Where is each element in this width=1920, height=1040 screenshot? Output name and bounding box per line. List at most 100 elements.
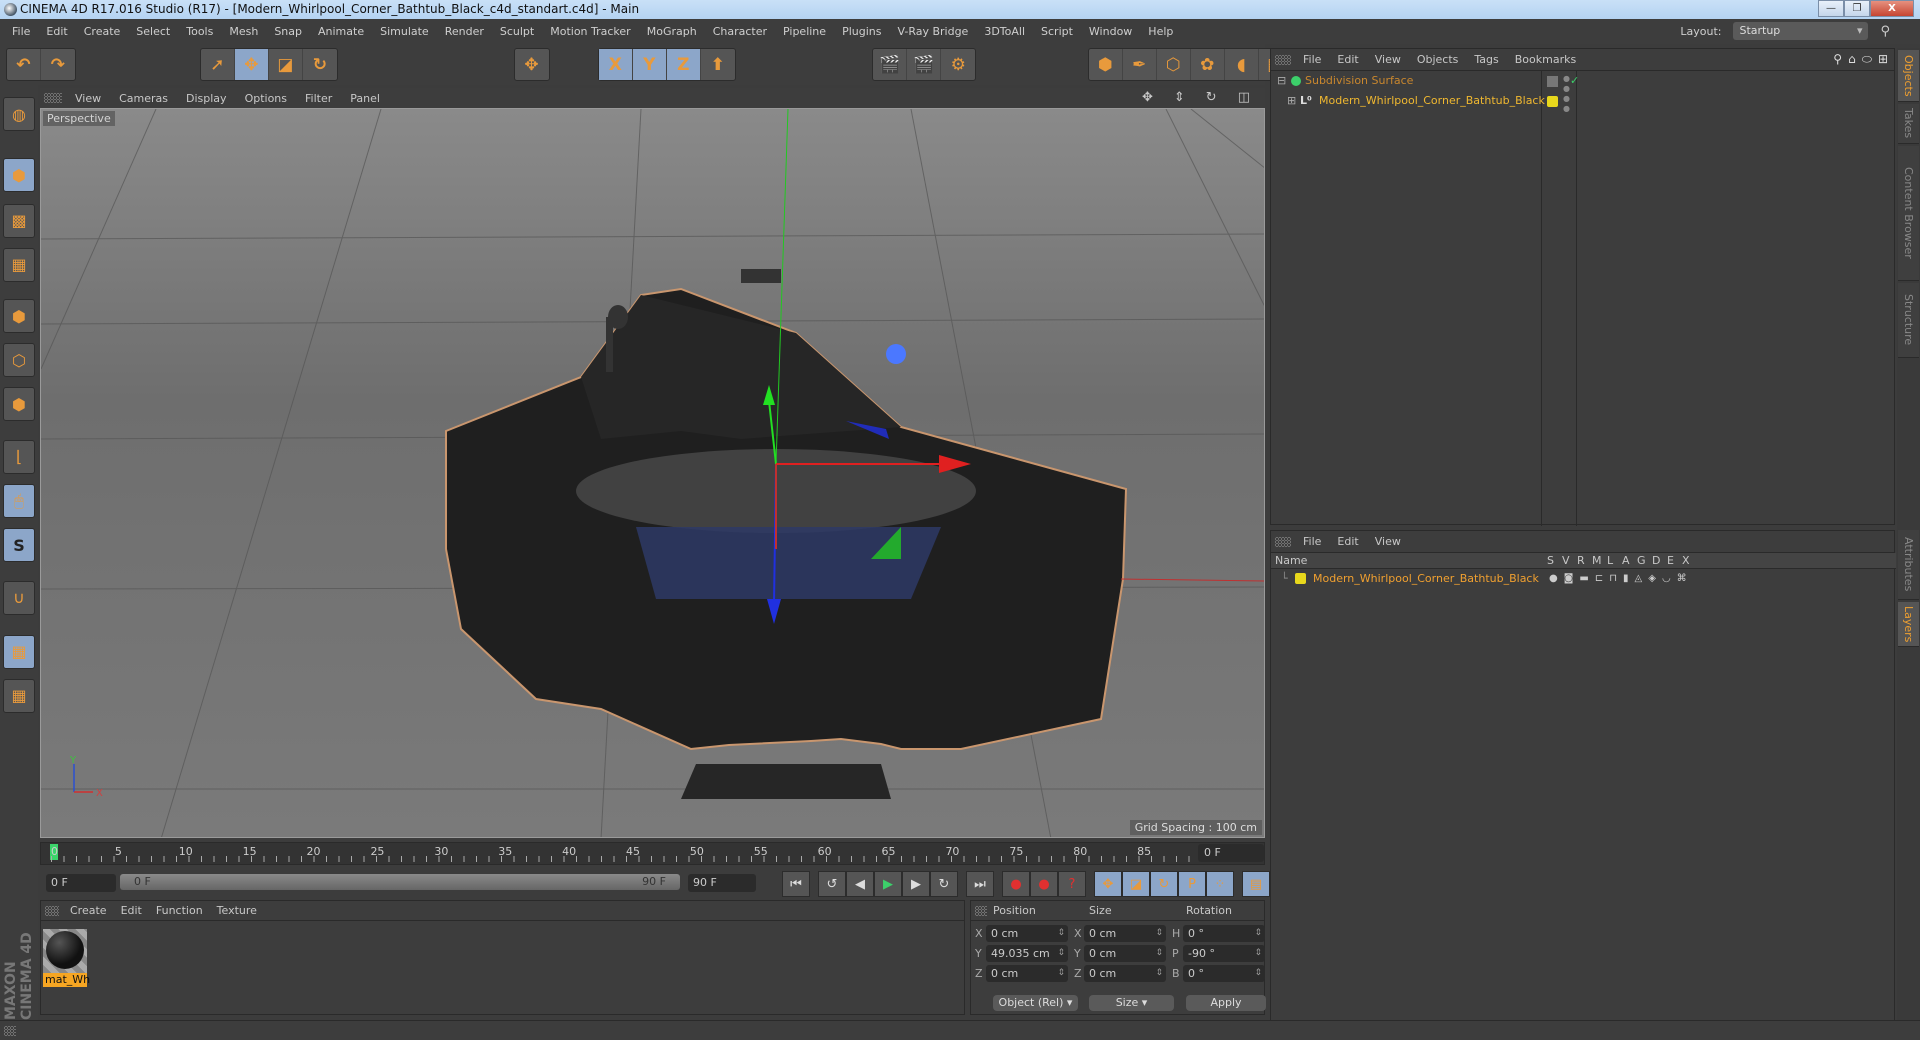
- cloner-button[interactable]: ✿: [1191, 49, 1225, 80]
- scale-button[interactable]: ◪: [269, 49, 303, 80]
- menu-pipeline[interactable]: Pipeline: [775, 25, 834, 38]
- menu-file[interactable]: File: [4, 25, 38, 38]
- x-axis-lock-button[interactable]: X: [598, 49, 633, 80]
- menu-tools[interactable]: Tools: [178, 25, 221, 38]
- material-menu-edit[interactable]: Edit: [114, 904, 149, 917]
- axis-mode-button[interactable]: ⌊: [3, 439, 35, 474]
- tab-takes[interactable]: Takes: [1898, 104, 1919, 144]
- layer-color-tag[interactable]: [1547, 96, 1558, 107]
- workplane-mode-button[interactable]: ▦: [3, 247, 35, 282]
- collapse-icon[interactable]: ⊟: [1277, 71, 1286, 91]
- tab-objects[interactable]: Objects: [1898, 50, 1919, 102]
- search-icon[interactable]: ⚲: [1833, 52, 1842, 67]
- snap-magnet-button[interactable]: ∪: [3, 580, 35, 615]
- keyframe-selection-button[interactable]: ?: [1058, 871, 1086, 897]
- workplane-lock-button[interactable]: ▦: [3, 634, 35, 669]
- panel-grip[interactable]: [1275, 537, 1291, 547]
- menu-help[interactable]: Help: [1140, 25, 1181, 38]
- layer-column-r[interactable]: R: [1577, 553, 1585, 569]
- menu-plugins[interactable]: Plugins: [834, 25, 889, 38]
- object-name[interactable]: Modern_Whirlpool_Corner_Bathtub_Black: [1319, 91, 1545, 111]
- workplane-align-button[interactable]: ▦: [3, 678, 35, 713]
- pen-spline-button[interactable]: ✒: [1123, 49, 1157, 80]
- layer-column-e[interactable]: E: [1667, 553, 1674, 569]
- redo-button[interactable]: ↷: [41, 49, 75, 80]
- layer-row[interactable]: └ Modern_Whirlpool_Corner_Bathtub_Black …: [1273, 570, 1893, 587]
- search-icon[interactable]: ⚲: [1872, 24, 1898, 39]
- rotate-button[interactable]: ↻: [303, 49, 337, 80]
- dolly-view-icon[interactable]: ⇕: [1165, 90, 1194, 105]
- polygons-mode-button[interactable]: ⬢: [3, 387, 35, 422]
- layout-select[interactable]: Startup: [1733, 22, 1869, 40]
- end-frame-field[interactable]: 90 F: [688, 874, 756, 892]
- layer-column-x[interactable]: X: [1682, 553, 1690, 569]
- layer-flag-icons[interactable]: ●◙▬⊏⊓▮◬◈◡⌘: [1549, 570, 1693, 587]
- live-selection-button[interactable]: ➚: [201, 49, 235, 80]
- points-mode-button[interactable]: ⬢: [3, 299, 35, 334]
- object-row[interactable]: ⊞ L⁰ Modern_Whirlpool_Corner_Bathtub_Bla…: [1273, 91, 1893, 114]
- coordinate-system-button[interactable]: ⬆: [701, 49, 735, 80]
- coordinate-mode-select[interactable]: Object (Rel) ▾: [993, 995, 1078, 1011]
- go-to-end-button[interactable]: ⏭: [966, 871, 994, 897]
- expand-icon[interactable]: ⊞: [1287, 91, 1296, 111]
- layer-column-name[interactable]: Name: [1275, 553, 1307, 569]
- subdivision-surface-button[interactable]: ⬡: [1157, 49, 1191, 80]
- pos-x-field[interactable]: 0 cm: [986, 925, 1068, 942]
- home-icon[interactable]: ⌂: [1848, 52, 1856, 67]
- layer-column-a[interactable]: A: [1622, 553, 1630, 569]
- objects-menu-tags[interactable]: Tags: [1466, 53, 1506, 66]
- menu-mesh[interactable]: Mesh: [221, 25, 266, 38]
- layer-column-d[interactable]: D: [1652, 553, 1660, 569]
- visibility-dots[interactable]: ● ●: [1563, 94, 1570, 114]
- objects-menu-file[interactable]: File: [1295, 53, 1329, 66]
- render-view-button[interactable]: 🎬: [873, 49, 908, 80]
- move-view-icon[interactable]: ✥: [1133, 90, 1162, 105]
- panel-grip[interactable]: [4, 1026, 16, 1036]
- render-settings-button[interactable]: ⚙: [941, 49, 975, 80]
- rot-p-field[interactable]: -90 °: [1183, 945, 1265, 962]
- cube-button[interactable]: ⬢: [1089, 49, 1123, 80]
- menu-motion-tracker[interactable]: Motion Tracker: [542, 25, 638, 38]
- recent-tools-button[interactable]: ✥: [515, 49, 549, 80]
- material-swatch[interactable]: mat_Wh: [43, 929, 90, 987]
- new-panel-icon[interactable]: ⊞: [1878, 52, 1888, 67]
- viewport-menu-display[interactable]: Display: [177, 92, 236, 105]
- visibility-icon[interactable]: ⬭: [1862, 52, 1872, 67]
- size-x-field[interactable]: 0 cm: [1084, 925, 1166, 942]
- model-mode-button[interactable]: ⬢: [3, 158, 35, 193]
- timeline-ruler[interactable]: 051015202530354045505560657075808590: [40, 842, 1265, 865]
- objects-menu-view[interactable]: View: [1367, 53, 1409, 66]
- menu-edit[interactable]: Edit: [38, 25, 75, 38]
- menu-script[interactable]: Script: [1033, 25, 1081, 38]
- layers-menu-file[interactable]: File: [1295, 535, 1329, 548]
- apply-button[interactable]: Apply: [1186, 995, 1266, 1011]
- layer-column-g[interactable]: G: [1637, 553, 1646, 569]
- layer-name[interactable]: Modern_Whirlpool_Corner_Bathtub_Black: [1313, 570, 1539, 587]
- make-editable-button[interactable]: ◍: [3, 97, 35, 132]
- edges-mode-button[interactable]: ⬡: [3, 343, 35, 378]
- menu-character[interactable]: Character: [705, 25, 775, 38]
- go-to-start-button[interactable]: ⏮: [782, 871, 810, 897]
- rotate-view-icon[interactable]: ↻: [1197, 90, 1226, 105]
- tab-content-browser[interactable]: Content Browser: [1898, 146, 1919, 281]
- record-active-button[interactable]: ●: [1002, 871, 1030, 897]
- layer-column-v[interactable]: V: [1562, 553, 1570, 569]
- move-button[interactable]: ✥: [234, 49, 269, 80]
- tab-layers[interactable]: Layers: [1898, 602, 1919, 647]
- minimize-button[interactable]: —: [1818, 0, 1844, 17]
- objects-menu-edit[interactable]: Edit: [1329, 53, 1366, 66]
- tab-structure[interactable]: Structure: [1898, 283, 1919, 358]
- viewport-menu-options[interactable]: Options: [236, 92, 296, 105]
- layer-column-m[interactable]: M: [1592, 553, 1602, 569]
- material-menu-create[interactable]: Create: [63, 904, 114, 917]
- solo-button[interactable]: S: [3, 528, 35, 563]
- layers-menu-view[interactable]: View: [1367, 535, 1409, 548]
- menu-sculpt[interactable]: Sculpt: [492, 25, 542, 38]
- deformer-button[interactable]: ◖: [1225, 49, 1259, 80]
- next-key-button[interactable]: ↻: [930, 871, 958, 897]
- play-button[interactable]: ▶: [874, 871, 902, 897]
- perspective-viewport[interactable]: X Y Perspective Grid Spacing : 100 cm: [40, 108, 1265, 838]
- z-axis-lock-button[interactable]: Z: [666, 49, 701, 80]
- panel-grip[interactable]: [1275, 55, 1291, 65]
- timeline-button[interactable]: ▤: [1242, 871, 1270, 897]
